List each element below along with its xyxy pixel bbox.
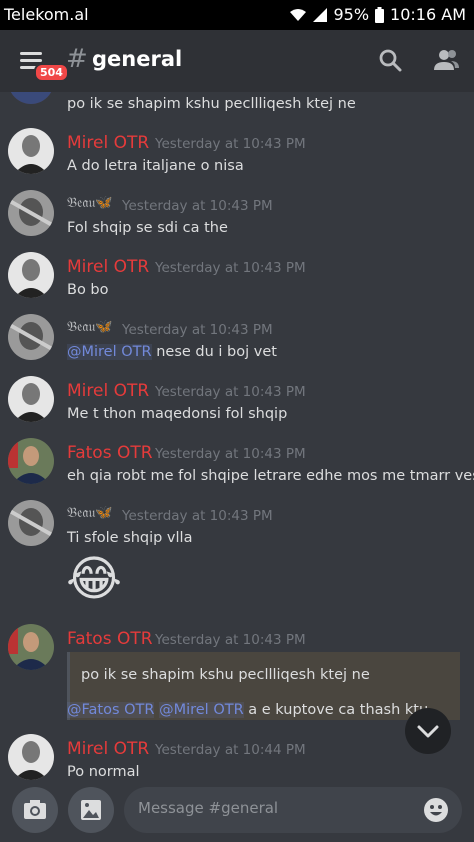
chevron-down-icon bbox=[417, 725, 439, 738]
hash-icon: # bbox=[66, 44, 88, 74]
message-text: A do letra italjane o nisa bbox=[67, 158, 244, 174]
scroll-to-bottom-button[interactable] bbox=[405, 708, 451, 754]
timestamp: Yesterday at 10:43 PM bbox=[155, 260, 306, 276]
wifi-icon bbox=[289, 8, 307, 22]
message-input[interactable] bbox=[138, 799, 408, 817]
image-icon bbox=[81, 800, 101, 820]
timestamp: Yesterday at 10:43 PM bbox=[122, 322, 273, 338]
members-button[interactable] bbox=[431, 47, 459, 75]
carrier-label: Telekom.al bbox=[4, 5, 89, 24]
author-name[interactable]: 𝔅𝔢𝔞𝔲🦋 bbox=[67, 505, 113, 521]
search-icon bbox=[379, 49, 402, 72]
timestamp: Yesterday at 10:43 PM bbox=[155, 136, 306, 152]
camera-icon bbox=[24, 800, 46, 819]
unread-badge: 504 bbox=[34, 63, 69, 82]
author-name[interactable]: Mirel OTR bbox=[67, 381, 149, 401]
message-text: Me t thon maqedonsi fol shqip bbox=[67, 406, 288, 422]
message-text: Fol shqip se sdi ca the bbox=[67, 220, 228, 236]
author-name[interactable]: Fatos OTR bbox=[67, 629, 153, 649]
channel-name: general bbox=[92, 47, 183, 71]
author-name[interactable]: 𝔅𝔢𝔞𝔲🦋 bbox=[67, 319, 113, 335]
timestamp: Yesterday at 10:43 PM bbox=[155, 384, 306, 400]
message-text: nese du i boj vet bbox=[151, 344, 277, 360]
avatar[interactable] bbox=[8, 128, 54, 174]
message-box bbox=[124, 787, 462, 833]
battery-icon bbox=[375, 6, 385, 23]
clock: 10:16 AM bbox=[390, 5, 466, 24]
timestamp: Yesterday at 10:43 PM bbox=[122, 508, 273, 524]
avatar[interactable] bbox=[8, 314, 54, 360]
status-bar: Telekom.al 95% 10:16 AM bbox=[0, 0, 474, 30]
channel-header: 504 # general bbox=[0, 30, 474, 92]
members-icon bbox=[434, 50, 459, 70]
hamburger-icon bbox=[20, 52, 42, 55]
user-mention[interactable]: @Mirel OTR bbox=[67, 344, 152, 360]
avatar[interactable] bbox=[8, 252, 54, 298]
user-mention[interactable]: @Fatos OTR bbox=[67, 702, 155, 718]
signal-icon bbox=[313, 7, 328, 22]
avatar[interactable] bbox=[8, 438, 54, 484]
message-text: eh qia robt me fol shqipe letrare edhe m… bbox=[67, 468, 474, 484]
emoji-button[interactable] bbox=[423, 797, 449, 823]
avatar[interactable] bbox=[8, 190, 54, 236]
message-text: a e kuptove ca thash ktu bbox=[243, 702, 429, 718]
gallery-button[interactable] bbox=[68, 787, 114, 833]
search-button[interactable] bbox=[377, 47, 405, 75]
message-text: Po normal bbox=[67, 764, 140, 780]
quote-text: po ik se shapim kshu pecllliqesh ktej ne bbox=[81, 667, 370, 683]
author-name[interactable]: Mirel OTR bbox=[67, 133, 149, 153]
hamburger-icon-bar bbox=[20, 59, 42, 62]
avatar[interactable] bbox=[8, 624, 54, 670]
avatar[interactable] bbox=[8, 376, 54, 422]
author-name[interactable]: Fatos OTR bbox=[67, 443, 153, 463]
timestamp: Yesterday at 10:43 PM bbox=[122, 198, 273, 214]
avatar[interactable] bbox=[8, 734, 54, 780]
smiley-icon bbox=[424, 798, 448, 822]
timestamp: Yesterday at 10:43 PM bbox=[155, 446, 306, 462]
author-name[interactable]: Mirel OTR bbox=[67, 739, 149, 759]
avatar[interactable] bbox=[8, 92, 54, 104]
message-text: Bo bo bbox=[67, 282, 109, 298]
message-list[interactable]: po ik se shapim kshu pecllliqesh ktej ne… bbox=[0, 92, 474, 784]
timestamp: Yesterday at 10:44 PM bbox=[155, 742, 306, 758]
message-text: po ik se shapim kshu pecllliqesh ktej ne bbox=[67, 96, 356, 112]
avatar[interactable] bbox=[8, 500, 54, 546]
author-name[interactable]: 𝔅𝔢𝔞𝔲🦋 bbox=[67, 195, 113, 211]
user-mention[interactable]: @Mirel OTR bbox=[159, 702, 244, 718]
message-text: Ti sfole shqip vlla bbox=[67, 530, 193, 546]
laughing-emoji: 😂 bbox=[66, 551, 123, 607]
author-name[interactable]: Mirel OTR bbox=[67, 257, 149, 277]
battery-percent: 95% bbox=[333, 5, 370, 24]
timestamp: Yesterday at 10:43 PM bbox=[155, 632, 306, 648]
camera-button[interactable] bbox=[12, 787, 58, 833]
composer-bar bbox=[0, 784, 474, 842]
